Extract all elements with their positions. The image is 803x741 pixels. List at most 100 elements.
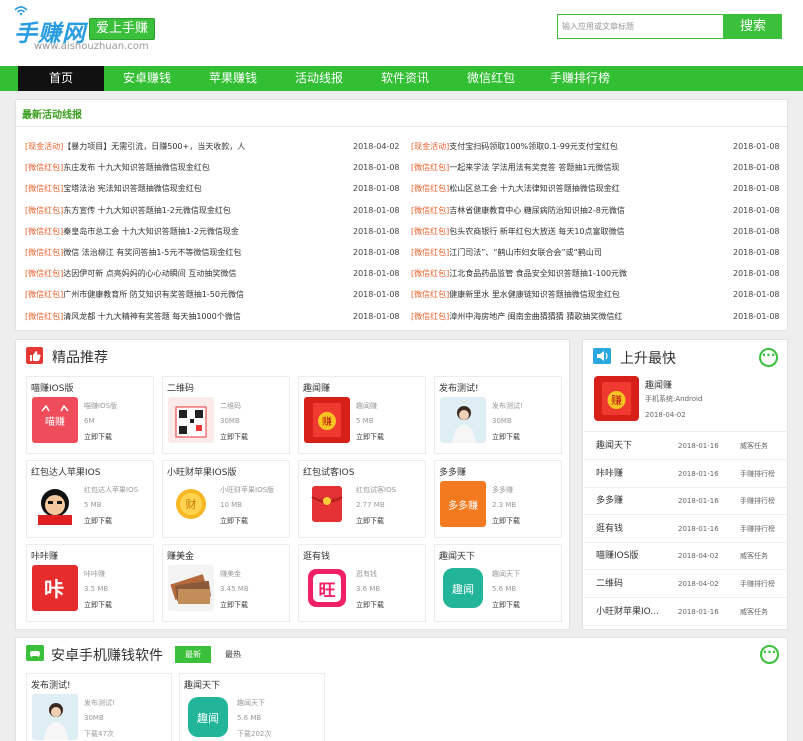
nav-item-android[interactable]: 安卓赚钱 xyxy=(104,66,190,91)
quwen-icon[interactable]: 趣闻 xyxy=(185,694,231,740)
ranking-app-name[interactable]: 逛有钱 xyxy=(596,516,623,543)
app-card[interactable]: 咔咔赚咔 咔咔赚 3.5 MB 立即下载 xyxy=(26,544,154,622)
red-envelope-icon[interactable]: 赚 xyxy=(304,397,350,443)
ranking-app-name[interactable]: 喵赚IOS版 xyxy=(596,543,638,570)
ranking-row[interactable]: 逛有钱 2018-01-16 手赚排行榜 xyxy=(583,516,788,543)
news-tag[interactable]: [微信红包] xyxy=(411,163,449,172)
download-link[interactable]: 立即下载 xyxy=(220,516,248,526)
nav-item-home[interactable]: 首页 xyxy=(18,66,104,91)
news-tag[interactable]: [微信红包] xyxy=(25,312,63,321)
duoduo-icon[interactable]: 多多赚 xyxy=(440,481,486,527)
ranking-app-name[interactable]: 咔咔赚 xyxy=(596,461,623,488)
download-link[interactable]: 立即下载 xyxy=(492,432,520,442)
ranking-category[interactable]: 手赚排行榜 xyxy=(740,461,775,488)
app-card[interactable]: 逛有钱旺 逛有钱 3.6 MB 立即下载 xyxy=(298,544,426,622)
news-row[interactable]: [微信红包]达因伊可新 点亮妈妈的心心动瞬间 互动抽奖微信 2018-01-08 xyxy=(25,263,405,284)
news-row[interactable]: [微信红包]宝塔法治 宪法知识答题抽微信现金红包 2018-01-08 xyxy=(25,178,405,199)
download-link[interactable]: 立即下载 xyxy=(356,600,384,610)
news-tag[interactable]: [微信红包] xyxy=(411,248,449,257)
app-name[interactable]: 喵赚IOS版 xyxy=(31,381,73,394)
news-text[interactable]: 江门司法”、“鹤山市妇女联合会”或“鹤山司 xyxy=(449,248,602,257)
news-tag[interactable]: [微信红包] xyxy=(25,184,63,193)
news-row[interactable]: [微信红包]漳州中海房地产 闽南金曲猜猜猜 猜歌抽奖微信红 2018-01-08 xyxy=(411,306,791,327)
app-card[interactable]: 喵赚IOS版 喵赚 喵赚IOS版 6M 立即下载 xyxy=(26,376,154,454)
news-text[interactable]: 松山区总工会 十九大法律知识答题抽微信现金红 xyxy=(449,184,620,193)
news-row[interactable]: [微信红包]江门司法”、“鹤山市妇女联合会”或“鹤山司 2018-01-08 xyxy=(411,242,791,263)
news-text[interactable]: 一起来学法 学法用法有奖竞答 答题抽1元微信现 xyxy=(449,163,619,172)
app-name[interactable]: 红包试客IOS xyxy=(303,465,354,478)
quwen-icon[interactable]: 趣闻 xyxy=(440,565,486,611)
news-tag[interactable]: [现金活动] xyxy=(411,142,449,151)
download-link[interactable]: 立即下载 xyxy=(492,516,520,526)
download-link[interactable]: 立即下载 xyxy=(492,600,520,610)
download-link[interactable]: 立即下载 xyxy=(220,600,248,610)
news-text[interactable]: 健康新里水 里水健康链知识答题抽微信现金红包 xyxy=(449,290,620,299)
news-text[interactable]: 宝塔法治 宪法知识答题抽微信现金红包 xyxy=(63,184,202,193)
app-name[interactable]: 咔咔赚 xyxy=(31,549,58,562)
app-card[interactable]: 红包达人苹果IOS 红包达人苹果IOS 5 MB 立即下载 xyxy=(26,460,154,538)
app-card[interactable]: 趣闻赚赚 趣闻赚 5 MB 立即下载 xyxy=(298,376,426,454)
ranking-category[interactable]: 手赚排行榜 xyxy=(740,488,775,515)
red-packet-icon[interactable] xyxy=(304,481,350,527)
news-text[interactable]: 支付宝扫码领取100%领取0.1-99元支付宝红包 xyxy=(449,142,618,151)
app-name[interactable]: 红包达人苹果IOS xyxy=(31,465,100,478)
download-link[interactable]: 立即下载 xyxy=(84,432,112,442)
app-card[interactable]: 趣闻天下 趣闻 趣闻天下 5.6 MB 立即下载 xyxy=(434,544,562,622)
news-text[interactable]: 东庄发布 十九大知识答题抽微信现金红包 xyxy=(63,163,210,172)
ranking-row[interactable]: 小旺财苹果IO... 2018-01-16 威客任务 xyxy=(583,599,788,626)
photo-girl-icon[interactable] xyxy=(32,694,78,740)
news-tag[interactable]: [微信红包] xyxy=(25,163,63,172)
app-card[interactable]: 发布测试! 发布测试! 30MB 下载47次 xyxy=(26,673,172,741)
news-text[interactable]: 微信 法治柳江 有奖问答抽1-5元不等微信现金红包 xyxy=(63,248,241,257)
news-row[interactable]: [微信红包]一起来学法 学法用法有奖竞答 答题抽1元微信现 2018-01-08 xyxy=(411,157,791,178)
app-card[interactable]: 二维码 二维码 30MB 立即下载 xyxy=(162,376,290,454)
dollar-bills-icon[interactable] xyxy=(168,565,214,611)
download-link[interactable]: 立即下载 xyxy=(356,432,384,442)
ranking-category[interactable]: 手赚排行榜 xyxy=(740,516,775,543)
news-text[interactable]: 广州市健康教育所 防艾知识有奖答题抽1-50元微信 xyxy=(63,290,244,299)
news-tag[interactable]: [微信红包] xyxy=(25,227,63,236)
news-row[interactable]: [微信红包]松山区总工会 十九大法律知识答题抽微信现金红 2018-01-08 xyxy=(411,178,791,199)
ranking-app-name[interactable]: 二维码 xyxy=(596,571,623,598)
news-tag[interactable]: [微信红包] xyxy=(25,206,63,215)
app-name[interactable]: 发布测试! xyxy=(31,678,71,691)
download-link[interactable]: 立即下载 xyxy=(356,516,384,526)
news-text[interactable]: 东方宣传 十九大知识答题抽1-2元微信现金红包 xyxy=(63,206,231,215)
news-tag[interactable]: [微信红包] xyxy=(25,290,63,299)
news-text[interactable]: 包头农商银行 新年红包大放送 每天10点富取微信 xyxy=(449,227,624,236)
app-name[interactable]: 发布测试! xyxy=(439,381,479,394)
news-row[interactable]: [微信红包]健康新里水 里水健康链知识答题抽微信现金红包 2018-01-08 xyxy=(411,284,791,305)
tab-newest[interactable]: 最新 xyxy=(175,646,211,663)
nav-item-ranking[interactable]: 手赚排行榜 xyxy=(534,66,626,91)
photo-girl-icon[interactable] xyxy=(440,397,486,443)
news-row[interactable]: [微信红包]广州市健康教育所 防艾知识有奖答题抽1-50元微信 2018-01-0… xyxy=(25,284,405,305)
app-card[interactable]: 发布测试! 发布测试! 30MB 立即下载 xyxy=(434,376,562,454)
ranking-app-name[interactable]: 趣闻天下 xyxy=(596,433,632,460)
cat-logo-icon[interactable]: 喵赚 xyxy=(32,397,78,443)
wang-icon[interactable]: 旺 xyxy=(304,565,350,611)
ranking-row[interactable]: 多多赚 2018-01-16 手赚排行榜 xyxy=(583,488,788,516)
search-button[interactable]: 搜索 xyxy=(724,14,782,39)
news-text[interactable]: 秦皇岛市总工会 十九大知识答题抽1-2元微信现金 xyxy=(63,227,239,236)
more-icon[interactable]: ··· xyxy=(759,348,778,367)
news-text[interactable]: 达因伊可新 点亮妈妈的心心动瞬间 互动抽奖微信 xyxy=(63,269,236,278)
red-envelope-man-icon[interactable] xyxy=(32,481,78,527)
more-icon[interactable]: ··· xyxy=(760,645,779,664)
nav-item-apple[interactable]: 苹果赚钱 xyxy=(190,66,276,91)
news-tag[interactable]: [现金活动] xyxy=(25,142,63,151)
app-name[interactable]: 趣闻天下 xyxy=(184,678,220,691)
news-row[interactable]: [现金活动]支付宝扫码领取100%领取0.1-99元支付宝红包 2018-01-0… xyxy=(411,136,791,157)
nav-item-activity[interactable]: 活动线报 xyxy=(276,66,362,91)
ranking-row[interactable]: 二维码 2018-04-02 手赚排行榜 xyxy=(583,571,788,598)
app-name[interactable]: 趣闻天下 xyxy=(439,549,475,562)
ranking-app-name[interactable]: 多多赚 xyxy=(596,488,623,515)
app-name[interactable]: 赚美金 xyxy=(167,549,194,562)
ranking-row[interactable]: 咔咔赚 2018-01-16 手赚排行榜 xyxy=(583,461,788,488)
news-tag[interactable]: [微信红包] xyxy=(25,248,63,257)
news-text[interactable]: 【暴力项目】无需引流，日赚500+，当天收款，人 xyxy=(63,142,245,151)
top-app-icon[interactable]: 赚 xyxy=(594,376,639,421)
top-app-name[interactable]: 趣闻赚 xyxy=(645,378,672,391)
news-row[interactable]: [现金活动]【暴力项目】无需引流，日赚500+，当天收款，人 2018-04-02 xyxy=(25,136,405,157)
nav-item-news[interactable]: 软件资讯 xyxy=(362,66,448,91)
coin-icon[interactable]: 财 xyxy=(168,481,214,527)
